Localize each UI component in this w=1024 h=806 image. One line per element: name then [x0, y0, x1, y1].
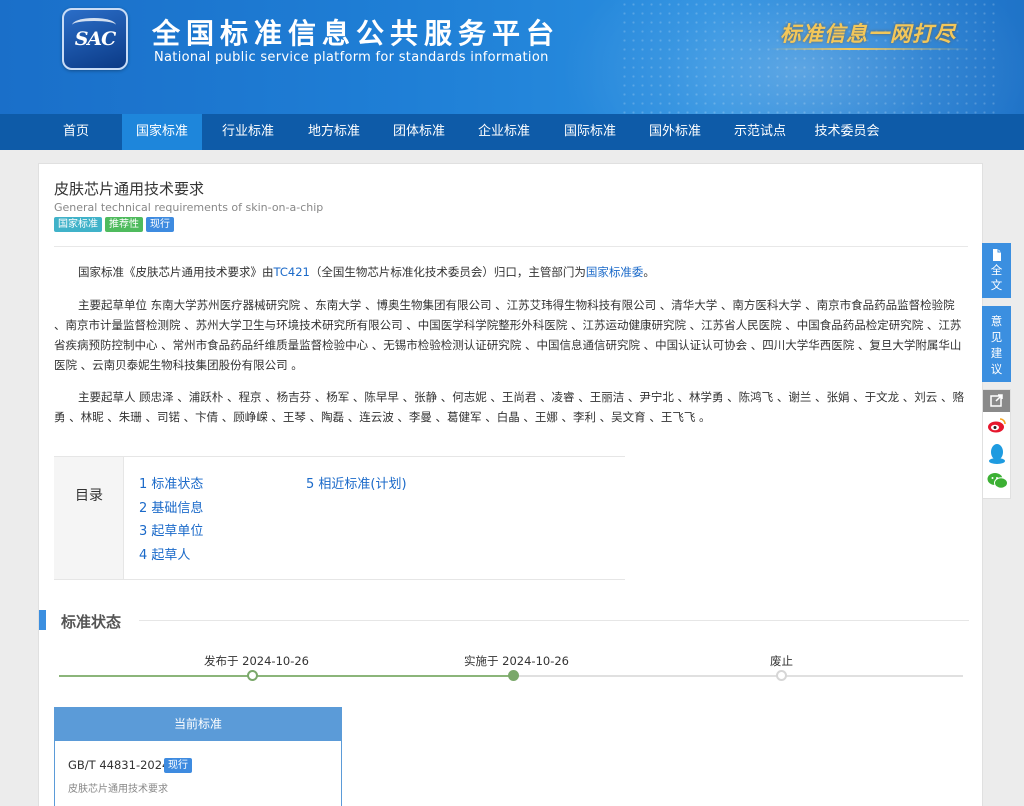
current-standard-name: 皮肤芯片通用技术要求 [68, 784, 168, 795]
fulltext-label: 全文 [990, 263, 1003, 292]
section-marker [39, 610, 46, 630]
slogan-underline [770, 48, 970, 50]
nav-item-national[interactable]: 国家标准 [122, 114, 202, 150]
site-title: 全国标准信息公共服务平台 [152, 17, 561, 50]
intro-paragraph: 国家标准《皮肤芯片通用技术要求》由TC421（全国生物芯片标准化技术委员会）归口… [54, 262, 968, 282]
main-nav: 首页 国家标准 行业标准 地方标准 团体标准 企业标准 国际标准 国外标准 示范… [0, 114, 1024, 150]
share-icon [990, 394, 1003, 407]
timeline-dot-abolished [776, 670, 787, 681]
site-header: SAC 全国标准信息公共服务平台 National public service… [0, 0, 1024, 114]
slogan: 标准信息一网打尽 [780, 21, 956, 46]
table-of-contents: 目录 1 标准状态 2 基础信息 3 起草单位 4 起草人 5 相近标准(计划) [54, 456, 625, 580]
intro-suffix: 。 [643, 265, 655, 279]
logo-text: SAC [74, 28, 117, 50]
nav-item-pilot[interactable]: 示范试点 [722, 114, 798, 150]
toc-item-similar[interactable]: 5 相近标准(计划) [306, 473, 407, 492]
title-divider [54, 246, 968, 247]
toc-label-box: 目录 [54, 457, 124, 579]
intro-middle: （全国生物芯片标准化技术委员会）归口，主管部门为 [309, 265, 586, 279]
drafters-text: 主要起草人 顾忠泽 、浦跃朴 、程京 、杨吉芬 、杨军 、陈早早 、张静 、何志… [54, 390, 964, 424]
weibo-icon[interactable] [987, 416, 1007, 434]
nav-item-enterprise[interactable]: 企业标准 [466, 114, 542, 150]
nav-item-group[interactable]: 团体标准 [381, 114, 457, 150]
toc-item-drafters[interactable]: 4 起草人 [139, 544, 190, 563]
timeline-abolished: 废止 [770, 654, 793, 668]
nav-item-international[interactable]: 国际标准 [552, 114, 628, 150]
toc-label: 目录 [75, 488, 103, 504]
standard-badges: 国家标准 推荐性 现行 [54, 217, 174, 233]
timeline-dot-implemented [508, 670, 519, 681]
timeline-published: 发布于 2024-10-26 [204, 654, 309, 668]
badge-current: 现行 [146, 217, 174, 232]
nav-item-local[interactable]: 地方标准 [296, 114, 372, 150]
standard-title: 皮肤芯片通用技术要求 [54, 180, 205, 198]
share-header[interactable] [983, 390, 1010, 412]
timeline-progress [59, 675, 514, 677]
drafting-units-text: 主要起草单位 东南大学苏州医疗器械研究院 、东南大学 、博奥生物集团有限公司 、… [54, 298, 962, 372]
current-standard-box[interactable]: 当前标准 GB/T 44831-2024 现行 皮肤芯片通用技术要求 [54, 707, 342, 806]
nav-item-foreign[interactable]: 国外标准 [637, 114, 713, 150]
nav-item-home[interactable]: 首页 [48, 114, 104, 150]
timeline-dot-published [247, 670, 258, 681]
section-divider [139, 620, 969, 621]
toc-item-status[interactable]: 1 标准状态 [139, 473, 203, 492]
feedback-button[interactable]: 意见建议 [982, 306, 1011, 382]
dept-link[interactable]: 国家标准委 [586, 265, 644, 279]
standard-title-en: General technical requirements of skin-o… [54, 201, 324, 214]
site-title-en: National public service platform for sta… [154, 50, 549, 65]
feedback-label: 意见建议 [990, 314, 1003, 376]
nav-item-committee[interactable]: 技术委员会 [806, 114, 888, 150]
share-panel [982, 389, 1011, 499]
current-standard-badge: 现行 [164, 758, 192, 773]
badge-recommended: 推荐性 [105, 217, 143, 232]
sac-logo[interactable]: SAC [62, 8, 128, 70]
fulltext-button[interactable]: 全文 [982, 243, 1011, 298]
toc-item-drafting-units[interactable]: 3 起草单位 [139, 520, 203, 539]
intro-prefix: 国家标准《皮肤芯片通用技术要求》由 [78, 265, 274, 279]
current-standard-code[interactable]: GB/T 44831-2024 [68, 758, 169, 772]
toc-item-basic-info[interactable]: 2 基础信息 [139, 497, 203, 516]
timeline-implemented: 实施于 2024-10-26 [464, 654, 569, 668]
qq-icon[interactable] [988, 443, 1006, 465]
document-icon [992, 249, 1001, 261]
standard-detail-card: 皮肤芯片通用技术要求 General technical requirement… [38, 163, 983, 806]
badge-national: 国家标准 [54, 217, 102, 232]
wechat-icon[interactable] [987, 472, 1008, 490]
tc421-link[interactable]: TC421 [274, 265, 310, 279]
current-standard-header: 当前标准 [55, 708, 341, 741]
nav-item-industry[interactable]: 行业标准 [210, 114, 286, 150]
section-title-status: 标准状态 [61, 613, 122, 631]
